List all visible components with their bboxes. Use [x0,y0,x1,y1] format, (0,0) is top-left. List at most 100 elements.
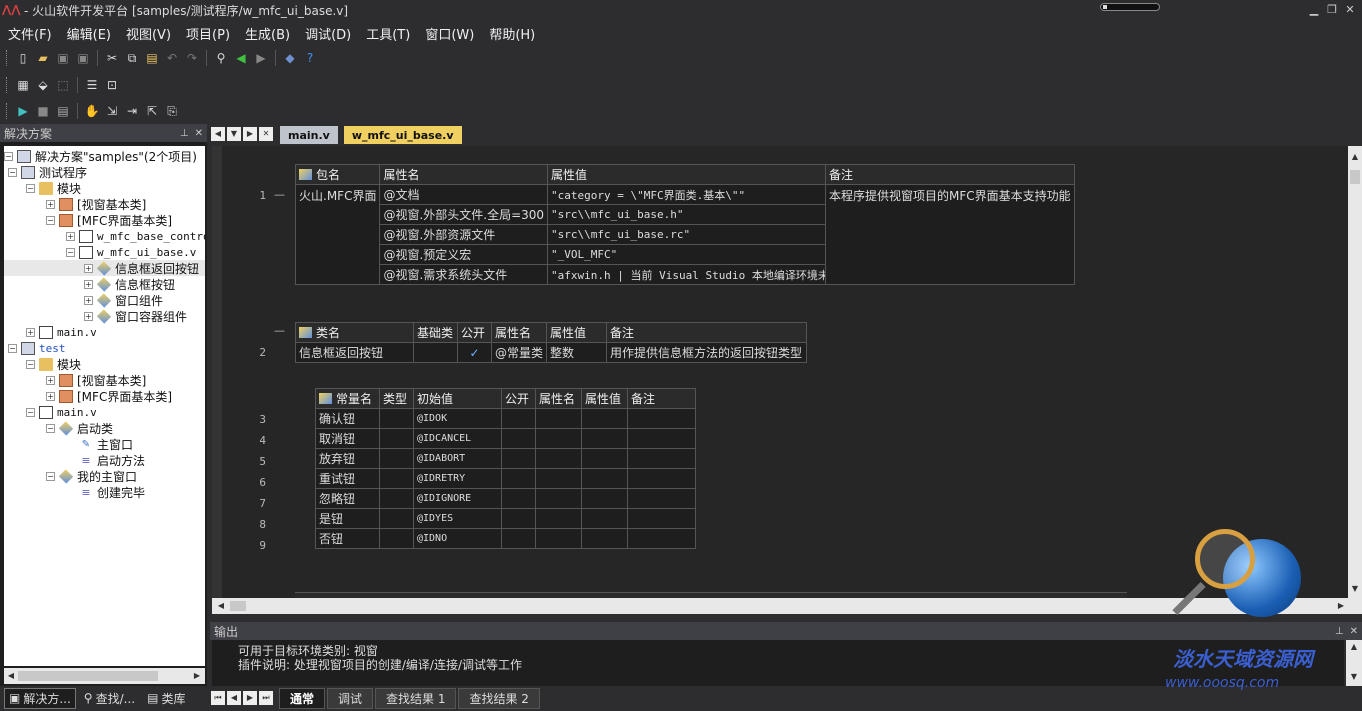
tree-item-method[interactable]: ≡ 启动方法 [79,452,145,468]
next-tab-icon[interactable]: ▶ [243,691,257,705]
help-icon[interactable]: ? [300,48,320,68]
tree-horizontal-scrollbar[interactable]: ◀ ▶ [4,668,205,684]
menu-build[interactable]: 生成(B) [245,24,290,43]
stop-icon[interactable]: ■ [33,101,53,121]
prev-tab-icon[interactable]: ◀ [227,691,241,705]
table-row[interactable]: 否钮 @IDNO [315,528,696,549]
list-icon[interactable]: ☰ [82,75,102,95]
clean-icon[interactable]: ⬚ [53,75,73,95]
step-into-icon[interactable]: ⇲ [102,101,122,121]
table-row[interactable]: 取消钮 @IDCANCEL [315,428,696,449]
tab-scroll-left-icon[interactable]: ◀ [211,127,225,141]
tree-item-class[interactable]: + 窗口容器组件 [84,308,187,324]
menu-edit[interactable]: 编辑(E) [67,24,111,43]
tree-item-module[interactable]: + [视窗基本类] [46,196,146,212]
attr-cell[interactable]: @视窗.预定义宏 [379,244,549,265]
menu-help[interactable]: 帮助(H) [489,24,535,43]
public-check-icon[interactable]: ✓ [457,342,492,363]
tab-scroll-right-icon[interactable]: ▶ [243,127,257,141]
tab-find[interactable]: ⚲ 查找/... [80,689,139,708]
value-cell[interactable]: 整数 [546,342,608,363]
redo-icon[interactable]: ↷ [182,48,202,68]
package-name-cell[interactable]: 火山.MFC界面 [294,184,381,285]
minimize-button[interactable]: ▁ [1306,2,1322,18]
table-row[interactable]: 忽略钮 @IDIGNORE [315,488,696,509]
step-out-icon[interactable]: ⇱ [142,101,162,121]
open-folder-icon[interactable]: ▰ [33,48,53,68]
tab-solution[interactable]: ▣ 解决方... [4,687,76,709]
rebuild-icon[interactable]: ⬙ [33,75,53,95]
tree-item-project-test-program[interactable]: − 测试程序 [8,164,87,180]
copy-icon[interactable]: ⧉ [122,48,142,68]
class-name-cell[interactable]: 信息框返回按钮 [295,342,414,363]
value-cell[interactable]: "category = \"MFC界面类.基本\"" [547,184,827,205]
tree-item-file[interactable]: − main.v [26,404,97,420]
tree-item-class[interactable]: − 启动类 [46,420,113,436]
tab-debug[interactable]: 调试 [327,687,374,709]
tree-item-module[interactable]: − [MFC界面基本类] [46,212,172,228]
hand-icon[interactable]: ✋ [82,101,102,121]
save-all-icon[interactable]: ▣ [73,48,93,68]
tree-item-file[interactable]: + main.v [26,324,97,340]
menu-debug[interactable]: 调试(D) [305,24,351,43]
value-cell[interactable]: "_VOL_MFC" [547,244,827,265]
tree-item-module[interactable]: + [MFC界面基本类] [46,388,172,404]
table-row[interactable]: 是钮 @IDYES [315,508,696,529]
menu-view[interactable]: 视图(V) [126,24,171,43]
tree-item-module[interactable]: + [视窗基本类] [46,372,146,388]
tree-item-file[interactable]: + w_mfc_base_contro [66,228,205,244]
back-icon[interactable]: ◀ [231,48,251,68]
undo-icon[interactable]: ↶ [162,48,182,68]
close-panel-icon[interactable]: ✕ [195,128,203,139]
new-file-icon[interactable]: ▯ [13,48,33,68]
attr-cell[interactable]: @视窗.外部资源文件 [379,224,549,245]
tab-w-mfc-ui-base[interactable]: w_mfc_ui_base.v [343,126,462,144]
close-window-button[interactable]: ✕ [1342,2,1358,18]
close-tab-icon[interactable]: ✕ [259,127,273,141]
tools-icon[interactable]: ◆ [280,48,300,68]
menu-window[interactable]: 窗口(W) [425,24,474,43]
run-icon[interactable]: ▶ [13,101,33,121]
tree-item-class[interactable]: − 我的主窗口 [46,468,137,484]
value-cell[interactable]: "src\\mfc_ui_base.rc" [547,224,827,245]
tab-find-results-2[interactable]: 查找结果 2 [458,687,540,709]
restore-button[interactable]: ❐ [1324,2,1340,18]
forward-icon[interactable]: ▶ [251,48,271,68]
save-icon[interactable]: ▣ [53,48,73,68]
tree-item-file[interactable]: − w_mfc_ui_base.v [66,244,196,260]
tab-class-library[interactable]: ▤ 类库 [143,689,189,708]
table-row[interactable]: 确认钮 @IDOK [315,408,696,429]
value-cell[interactable]: "src\\mfc_ui_base.h" [547,204,827,225]
tree-item-class[interactable]: + 窗口组件 [84,292,163,308]
fold-marker[interactable]: — [274,324,285,337]
tab-main-v[interactable]: main.v [280,126,338,144]
tree-item-class[interactable]: + 信息框按钮 [84,276,175,292]
pin-icon[interactable]: ⊥ [180,128,189,139]
base-class-cell[interactable] [413,342,458,363]
build-icon[interactable]: ▦ [13,75,33,95]
tab-find-results-1[interactable]: 查找结果 1 [375,687,457,709]
fold-marker[interactable]: — [274,188,285,201]
find-icon[interactable]: ⚲ [211,48,231,68]
value-cell[interactable]: "afxwin.h | 当前 Visual Studio 本地编译环境未 [547,264,827,285]
tree-item-modules[interactable]: − 模块 [26,180,81,196]
tree-item-method[interactable]: ≡ 创建完毕 [79,484,145,500]
tab-list-icon[interactable]: ▼ [227,127,241,141]
table-row[interactable]: 重试钮 @IDRETRY [315,468,696,489]
attr-cell[interactable]: @常量类 [490,342,548,363]
tree-item-project-test[interactable]: − test [8,340,66,356]
menu-file[interactable]: 文件(F) [8,24,52,43]
first-tab-icon[interactable]: ⏮ [211,691,225,705]
cut-icon[interactable]: ✂ [102,48,122,68]
remark-cell[interactable]: 本程序提供视窗项目的MFC界面基本支持功能 [825,184,1075,285]
tree-item-class-selected[interactable]: + 信息框返回按钮 [84,260,199,276]
last-tab-icon[interactable]: ⏭ [259,691,273,705]
breakpoint-icon[interactable]: ⎘ [162,101,182,121]
debug-window-icon[interactable]: ▤ [53,101,73,121]
menu-project[interactable]: 项目(P) [186,24,230,43]
table-row[interactable]: 放弃钮 @IDABORT [315,448,696,469]
attr-cell[interactable]: @视窗.外部头文件.全局=300 [379,204,549,225]
attr-cell[interactable]: @文档 [379,184,549,205]
tab-normal[interactable]: 通常 [279,687,326,709]
attr-cell[interactable]: @视窗.需求系统头文件 [379,264,549,285]
